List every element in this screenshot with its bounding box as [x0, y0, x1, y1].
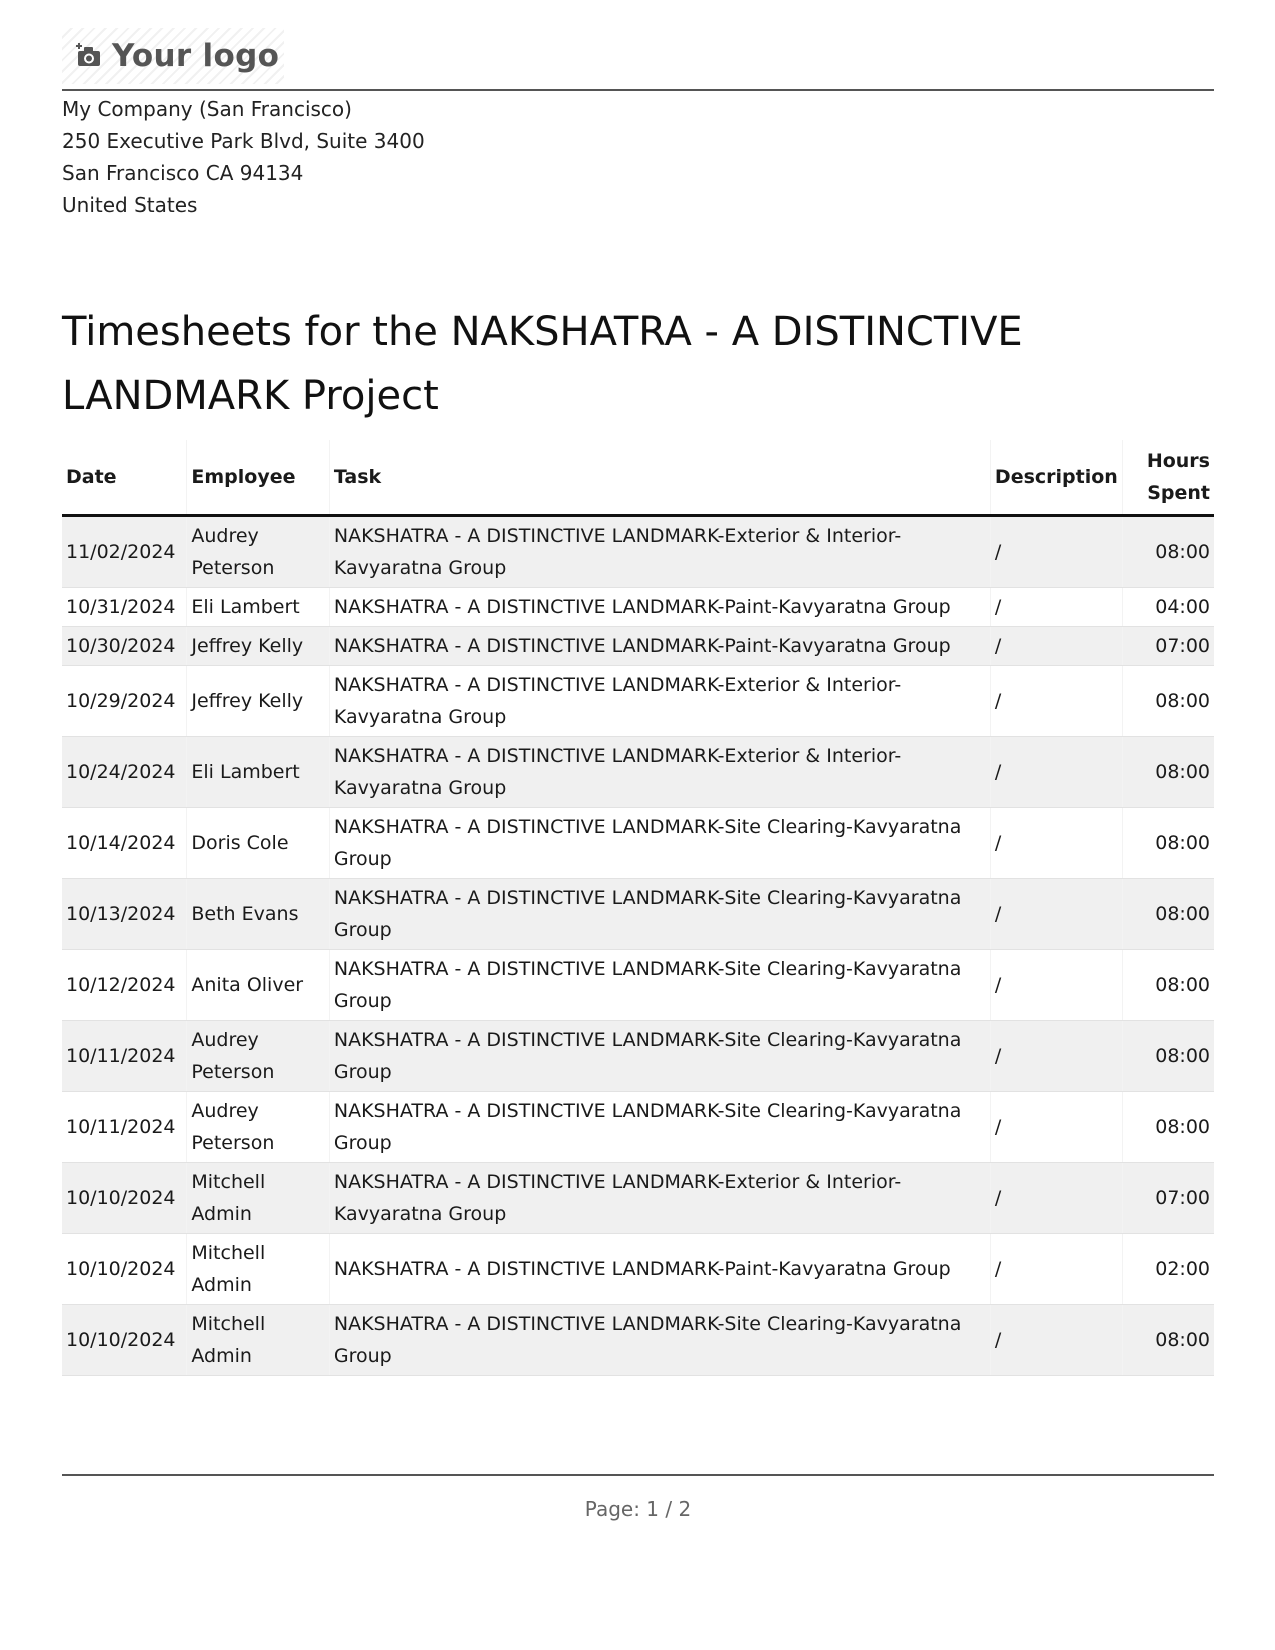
page-number: Page: 1 / 2: [584, 1497, 692, 1521]
cell-employee: Jeffrey Kelly: [186, 665, 330, 737]
cell-date: 10/29/2024: [62, 665, 187, 737]
table-row: 11/02/2024 Audrey Peterson NAKSHATRA - A…: [62, 515, 1214, 588]
table-row: 10/10/2024 Mitchell Admin NAKSHATRA - A …: [62, 1162, 1214, 1234]
timesheet-table: Date Employee Task Description Hours Spe…: [62, 440, 1214, 1376]
cell-employee: Beth Evans: [186, 878, 330, 950]
cell-hours: 08:00: [1121, 1020, 1214, 1092]
cell-task: NAKSHATRA - A DISTINCTIVE LANDMARK-Site …: [328, 807, 991, 879]
cell-hours: 08:00: [1121, 1091, 1214, 1163]
cell-description: /: [989, 1304, 1123, 1376]
cell-date: 10/11/2024: [62, 1020, 187, 1092]
cell-description: /: [989, 949, 1123, 1021]
cell-description: /: [989, 878, 1123, 950]
company-address: My Company (San Francisco) 250 Executive…: [62, 93, 425, 221]
cell-date: 10/24/2024: [62, 736, 187, 808]
cell-description: /: [989, 587, 1123, 627]
table-row: 10/29/2024 Jeffrey Kelly NAKSHATRA - A D…: [62, 665, 1214, 737]
cell-hours: 02:00: [1121, 1233, 1214, 1305]
cell-task: NAKSHATRA - A DISTINCTIVE LANDMARK-Paint…: [328, 626, 991, 666]
table-header-row: Date Employee Task Description Hours Spe…: [62, 440, 1214, 517]
address-line: San Francisco CA 94134: [62, 161, 304, 185]
cell-description: /: [989, 1020, 1123, 1092]
cell-employee: Mitchell Admin: [186, 1162, 330, 1234]
cell-description: /: [989, 807, 1123, 879]
cell-task: NAKSHATRA - A DISTINCTIVE LANDMARK-Exter…: [328, 736, 991, 808]
logo-text: Your logo: [112, 38, 280, 74]
cell-hours: 08:00: [1121, 878, 1214, 950]
cell-task: NAKSHATRA - A DISTINCTIVE LANDMARK-Site …: [328, 949, 991, 1021]
table-row: 10/11/2024 Audrey Peterson NAKSHATRA - A…: [62, 1020, 1214, 1092]
table-row: 10/10/2024 Mitchell Admin NAKSHATRA - A …: [62, 1304, 1214, 1376]
cell-employee: Audrey Peterson: [186, 1020, 330, 1092]
cell-date: 10/10/2024: [62, 1162, 187, 1234]
table-row: 10/24/2024 Eli Lambert NAKSHATRA - A DIS…: [62, 736, 1214, 808]
cell-employee: Audrey Peterson: [186, 1091, 330, 1163]
column-header-task: Task: [328, 440, 991, 517]
cell-hours: 07:00: [1121, 626, 1214, 666]
cell-description: /: [989, 665, 1123, 737]
cell-employee: Audrey Peterson: [186, 515, 330, 588]
cell-employee: Anita Oliver: [186, 949, 330, 1021]
cell-hours: 08:00: [1121, 807, 1214, 879]
header-divider: [62, 89, 1214, 91]
cell-task: NAKSHATRA - A DISTINCTIVE LANDMARK-Site …: [328, 1020, 991, 1092]
column-header-employee: Employee: [186, 440, 330, 517]
cell-hours: 08:00: [1121, 665, 1214, 737]
cell-task: NAKSHATRA - A DISTINCTIVE LANDMARK-Site …: [328, 878, 991, 950]
cell-hours: 07:00: [1121, 1162, 1214, 1234]
cell-description: /: [989, 515, 1123, 588]
cell-description: /: [989, 1162, 1123, 1234]
cell-description: /: [989, 1091, 1123, 1163]
cell-date: 10/10/2024: [62, 1233, 187, 1305]
address-line: 250 Executive Park Blvd, Suite 3400: [62, 129, 425, 153]
cell-task: NAKSHATRA - A DISTINCTIVE LANDMARK-Paint…: [328, 1233, 991, 1305]
cell-hours: 08:00: [1121, 1304, 1214, 1376]
cell-task: NAKSHATRA - A DISTINCTIVE LANDMARK-Paint…: [328, 587, 991, 627]
column-header-hours: Hours Spent: [1121, 440, 1214, 517]
cell-task: NAKSHATRA - A DISTINCTIVE LANDMARK-Site …: [328, 1304, 991, 1376]
cell-date: 10/13/2024: [62, 878, 187, 950]
cell-description: /: [989, 736, 1123, 808]
cell-employee: Jeffrey Kelly: [186, 626, 330, 666]
cell-date: 10/12/2024: [62, 949, 187, 1021]
table-row: 10/31/2024 Eli Lambert NAKSHATRA - A DIS…: [62, 587, 1214, 627]
cell-task: NAKSHATRA - A DISTINCTIVE LANDMARK-Site …: [328, 1091, 991, 1163]
cell-task: NAKSHATRA - A DISTINCTIVE LANDMARK-Exter…: [328, 1162, 991, 1234]
address-line: United States: [62, 193, 198, 217]
cell-hours: 08:00: [1121, 949, 1214, 1021]
column-header-description: Description: [989, 440, 1123, 517]
cell-date: 10/11/2024: [62, 1091, 187, 1163]
cell-hours: 08:00: [1121, 515, 1214, 588]
table-row: 10/10/2024 Mitchell Admin NAKSHATRA - A …: [62, 1233, 1214, 1305]
cell-hours: 08:00: [1121, 736, 1214, 808]
cell-employee: Eli Lambert: [186, 736, 330, 808]
company-logo: Your logo: [62, 28, 284, 84]
table-row: 10/12/2024 Anita Oliver NAKSHATRA - A DI…: [62, 949, 1214, 1021]
address-line: My Company (San Francisco): [62, 97, 352, 121]
cell-date: 10/30/2024: [62, 626, 187, 666]
cell-employee: Mitchell Admin: [186, 1304, 330, 1376]
camera-icon: [74, 41, 104, 71]
cell-task: NAKSHATRA - A DISTINCTIVE LANDMARK-Exter…: [328, 515, 991, 588]
table-row: 10/13/2024 Beth Evans NAKSHATRA - A DIST…: [62, 878, 1214, 950]
cell-date: 10/31/2024: [62, 587, 187, 627]
column-header-date: Date: [62, 440, 187, 517]
footer-divider: [62, 1474, 1214, 1476]
table-row: 10/30/2024 Jeffrey Kelly NAKSHATRA - A D…: [62, 626, 1214, 666]
cell-date: 10/14/2024: [62, 807, 187, 879]
cell-employee: Eli Lambert: [186, 587, 330, 627]
document-title: Timesheets for the NAKSHATRA - A DISTINC…: [62, 309, 1023, 419]
cell-date: 10/10/2024: [62, 1304, 187, 1376]
table-row: 10/11/2024 Audrey Peterson NAKSHATRA - A…: [62, 1091, 1214, 1163]
cell-employee: Mitchell Admin: [186, 1233, 330, 1305]
cell-description: /: [989, 1233, 1123, 1305]
table-row: 10/14/2024 Doris Cole NAKSHATRA - A DIST…: [62, 807, 1214, 879]
cell-date: 11/02/2024: [62, 515, 187, 588]
cell-task: NAKSHATRA - A DISTINCTIVE LANDMARK-Exter…: [328, 665, 991, 737]
cell-description: /: [989, 626, 1123, 666]
cell-employee: Doris Cole: [186, 807, 330, 879]
cell-hours: 04:00: [1121, 587, 1214, 627]
